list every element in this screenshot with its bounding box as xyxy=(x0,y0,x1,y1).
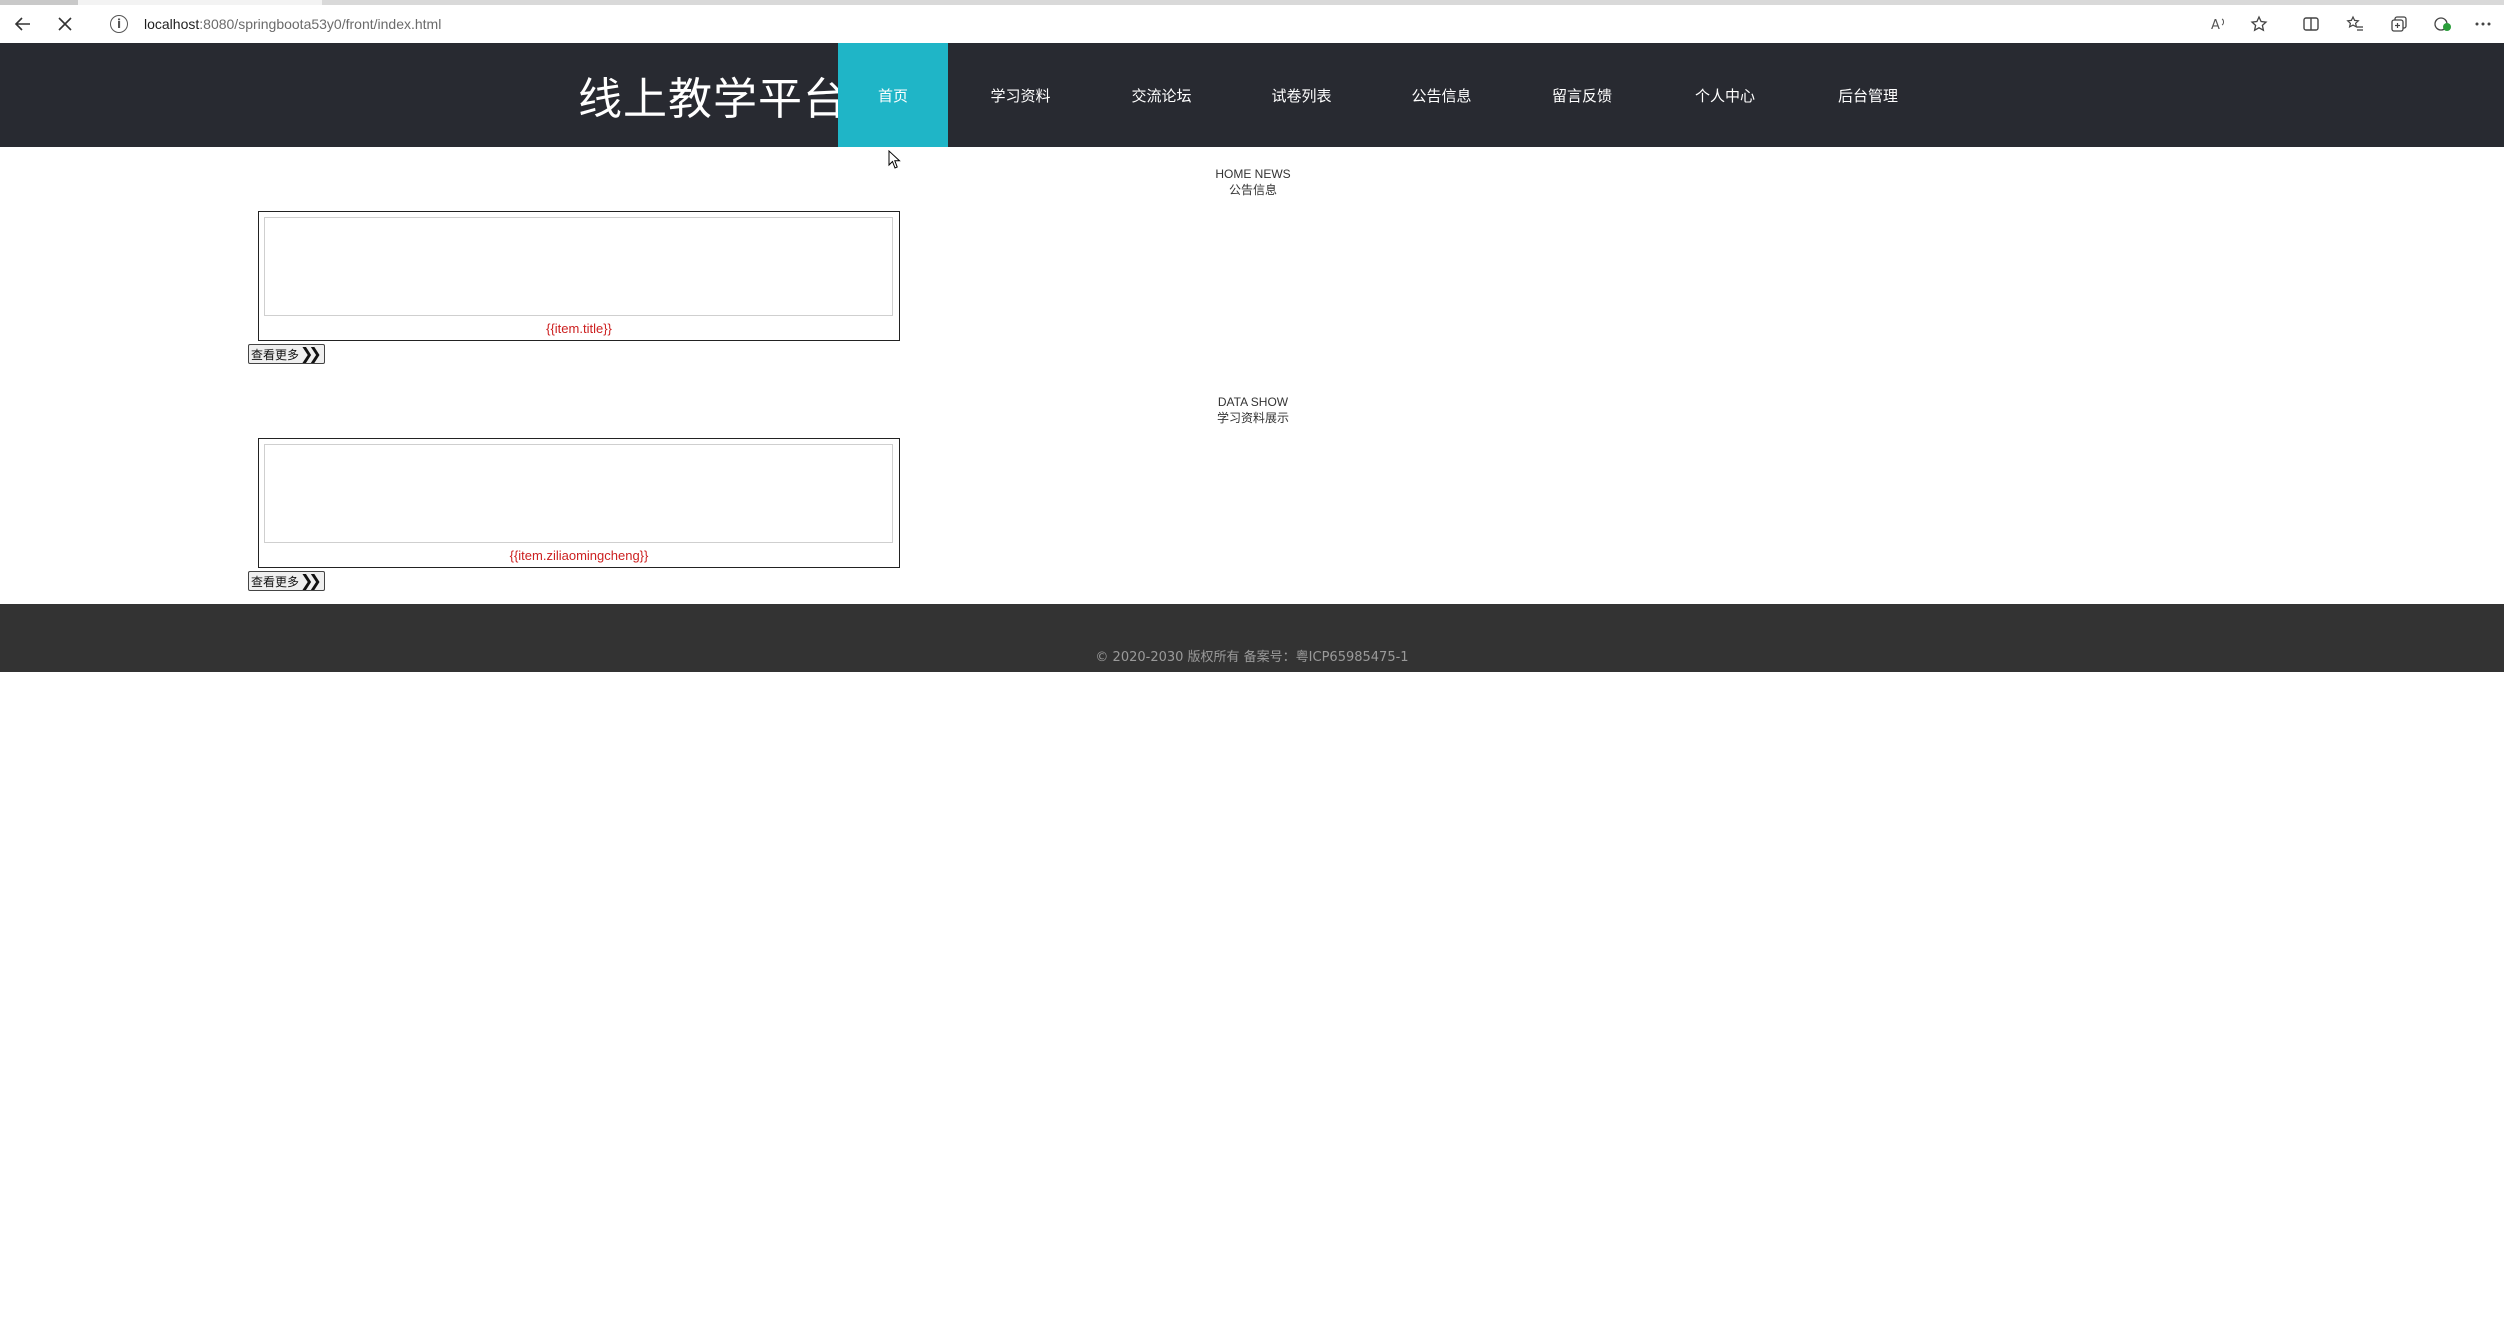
site-logo[interactable]: 线上教学平台 xyxy=(578,43,848,147)
footer-copyright: © 2020-2030 版权所有 备案号：粤ICP65985475-1 xyxy=(1095,650,1409,665)
news-item-card[interactable]: {{item.title}} xyxy=(258,211,900,341)
main-nav: 首页 学习资料 交流论坛 试卷列表 公告信息 留言反馈 个人中心 后台管理 xyxy=(838,43,1940,147)
data-section-title: DATA SHOW 学习资料展示 xyxy=(1053,394,1453,426)
more-menu-icon[interactable] xyxy=(2468,9,2498,39)
news-view-more-button[interactable]: 查看更多 ❯❯ xyxy=(248,344,325,364)
browser-toolbar: i localhost:8080/springboota53y0/front/i… xyxy=(0,5,2504,44)
news-item-image xyxy=(264,217,893,316)
favorites-icon[interactable] xyxy=(2340,9,2370,39)
material-item-image xyxy=(264,444,893,543)
read-aloud-icon[interactable]: A xyxy=(2204,9,2234,39)
nav-item-announcements[interactable]: 公告信息 xyxy=(1373,43,1510,147)
nav-item-forum[interactable]: 交流论坛 xyxy=(1093,43,1230,147)
news-view-more-label: 查看更多 xyxy=(251,347,300,362)
double-chevron-right-icon: ❯❯ xyxy=(300,571,322,590)
site-footer: © 2020-2030 版权所有 备案号：粤ICP65985475-1 xyxy=(0,604,2504,672)
news-item-caption[interactable]: {{item.title}} xyxy=(259,321,899,336)
materials-view-more-button[interactable]: 查看更多 ❯❯ xyxy=(248,571,325,591)
split-screen-icon[interactable] xyxy=(2296,9,2326,39)
nav-item-admin[interactable]: 后台管理 xyxy=(1796,43,1940,147)
news-title-en: HOME NEWS xyxy=(1215,167,1291,181)
extensions-icon[interactable] xyxy=(2428,9,2458,39)
back-arrow-icon[interactable] xyxy=(8,9,38,39)
svg-text:A: A xyxy=(2211,18,2220,32)
nav-item-study-materials[interactable]: 学习资料 xyxy=(948,43,1093,147)
nav-item-personal-center[interactable]: 个人中心 xyxy=(1654,43,1796,147)
nav-item-feedback[interactable]: 留言反馈 xyxy=(1510,43,1654,147)
double-chevron-right-icon: ❯❯ xyxy=(300,344,322,363)
site-header: 线上教学平台 首页 学习资料 交流论坛 试卷列表 公告信息 留言反馈 个人中心 … xyxy=(0,43,2504,169)
url-host: localhost xyxy=(144,16,200,32)
materials-view-more-label: 查看更多 xyxy=(251,574,300,589)
favorite-star-icon[interactable] xyxy=(2244,9,2274,39)
nav-item-exam-list[interactable]: 试卷列表 xyxy=(1230,43,1373,147)
mouse-cursor-icon xyxy=(888,150,901,169)
data-title-en: DATA SHOW xyxy=(1217,395,1289,409)
material-item-card[interactable]: {{item.ziliaomingcheng}} xyxy=(258,438,900,568)
site-info-icon[interactable]: i xyxy=(110,15,128,33)
url-path: :8080/springboota53y0/front/index.html xyxy=(199,16,442,32)
news-title-zh: 公告信息 xyxy=(1228,183,1277,197)
address-bar[interactable]: i localhost:8080/springboota53y0/front/i… xyxy=(96,9,2196,39)
nav-item-home[interactable]: 首页 xyxy=(838,43,948,147)
collections-icon[interactable] xyxy=(2384,9,2414,39)
news-section-title: HOME NEWS 公告信息 xyxy=(1053,166,1453,198)
stop-loading-icon[interactable] xyxy=(50,9,80,39)
material-item-caption[interactable]: {{item.ziliaomingcheng}} xyxy=(259,548,899,563)
data-title-zh: 学习资料展示 xyxy=(1216,411,1289,425)
